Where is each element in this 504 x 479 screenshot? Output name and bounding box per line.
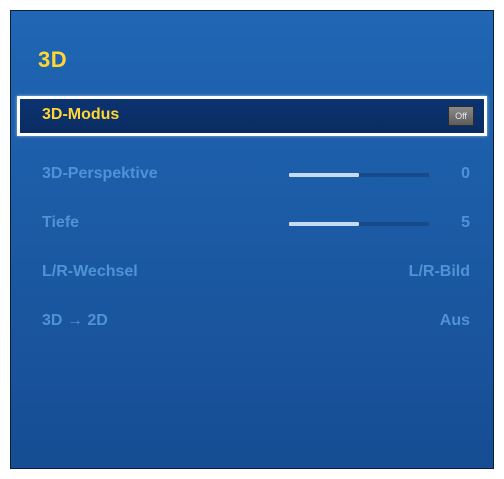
menu-item-value: 0 [461, 165, 470, 182]
menu-item-value: L/R-Bild [408, 263, 470, 280]
off-toggle-badge: Off [448, 106, 474, 126]
menu-item-value: Aus [439, 312, 470, 329]
menu-item-label: Tiefe [42, 214, 80, 231]
menu-item-tiefe[interactable]: Tiefe 5 [17, 204, 487, 244]
tiefe-slider[interactable] [289, 222, 429, 226]
perspektive-slider[interactable] [289, 173, 429, 177]
menu-item-3d-to-2d[interactable]: 3D → 2D Aus [17, 302, 487, 342]
menu-item-label: L/R-Wechsel [42, 263, 138, 280]
menu-item-label: 3D-Modus [42, 106, 120, 123]
menu-item-label: 3D → 2D [42, 312, 108, 329]
tiefe-slider-fill [289, 222, 359, 226]
menu-item-3d-perspektive[interactable]: 3D-Perspektive 0 [17, 155, 487, 195]
menu-item-lr-wechsel[interactable]: L/R-Wechsel L/R-Bild [17, 253, 487, 293]
perspektive-slider-fill [289, 173, 359, 177]
settings-panel: 3D 3D-Modus Off 3D-Perspektive 0 Tiefe 5… [10, 10, 494, 469]
menu-item-label: 3D-Perspektive [42, 165, 158, 182]
menu-item-3d-modus[interactable]: 3D-Modus Off [17, 96, 487, 136]
panel-title: 3D [38, 47, 68, 72]
menu-item-value: 5 [461, 214, 470, 231]
